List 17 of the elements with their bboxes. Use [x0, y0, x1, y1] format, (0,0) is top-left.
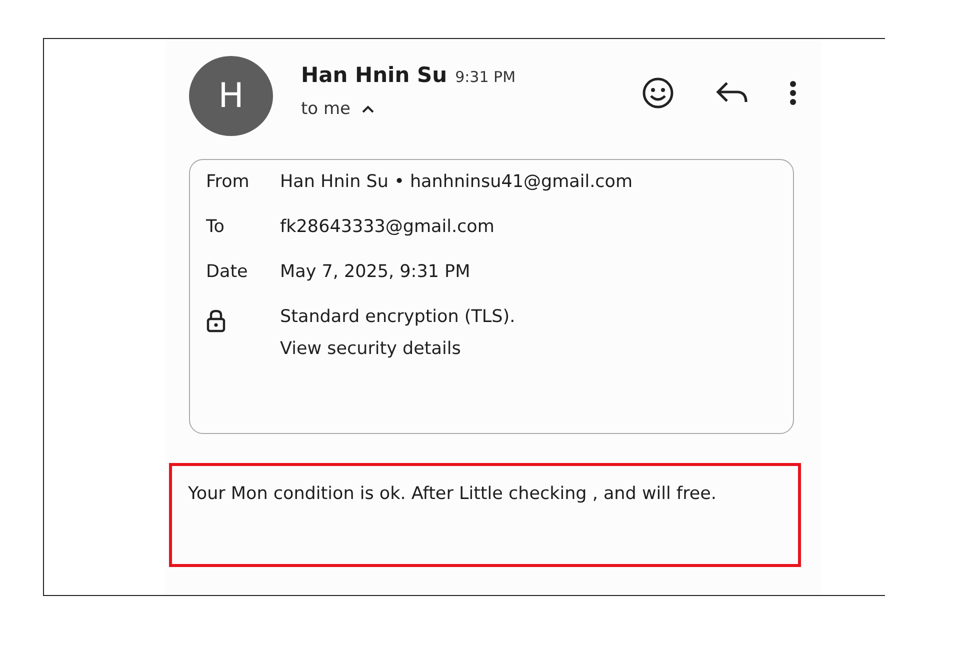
security-details-link[interactable]: View security details — [280, 339, 777, 359]
detail-value: May 7, 2025, 9:31 PM — [280, 262, 472, 282]
more-icon[interactable] — [789, 80, 797, 106]
recipient-toggle[interactable]: to me — [301, 99, 516, 119]
encryption-info: Standard encryption (TLS). — [280, 307, 516, 327]
detail-label: Date — [206, 262, 249, 282]
detail-value: Han Hnin Su • hanhninsu41@gmail.com — [280, 172, 634, 192]
detail-label: To — [206, 217, 226, 237]
emoji-icon[interactable] — [641, 76, 675, 110]
avatar: H — [189, 56, 273, 136]
caret-icon — [360, 104, 374, 114]
detail-value: fk28643333@gmail.com — [280, 217, 496, 237]
message-body: Your Mon condition is ok. After Little checking , and will free. — [169, 463, 801, 567]
sent-time: 9:31 PM — [455, 68, 516, 86]
lock-icon — [206, 309, 226, 333]
detail-label: From — [206, 172, 250, 192]
sender-name: Han Hnin Su — [301, 63, 448, 87]
